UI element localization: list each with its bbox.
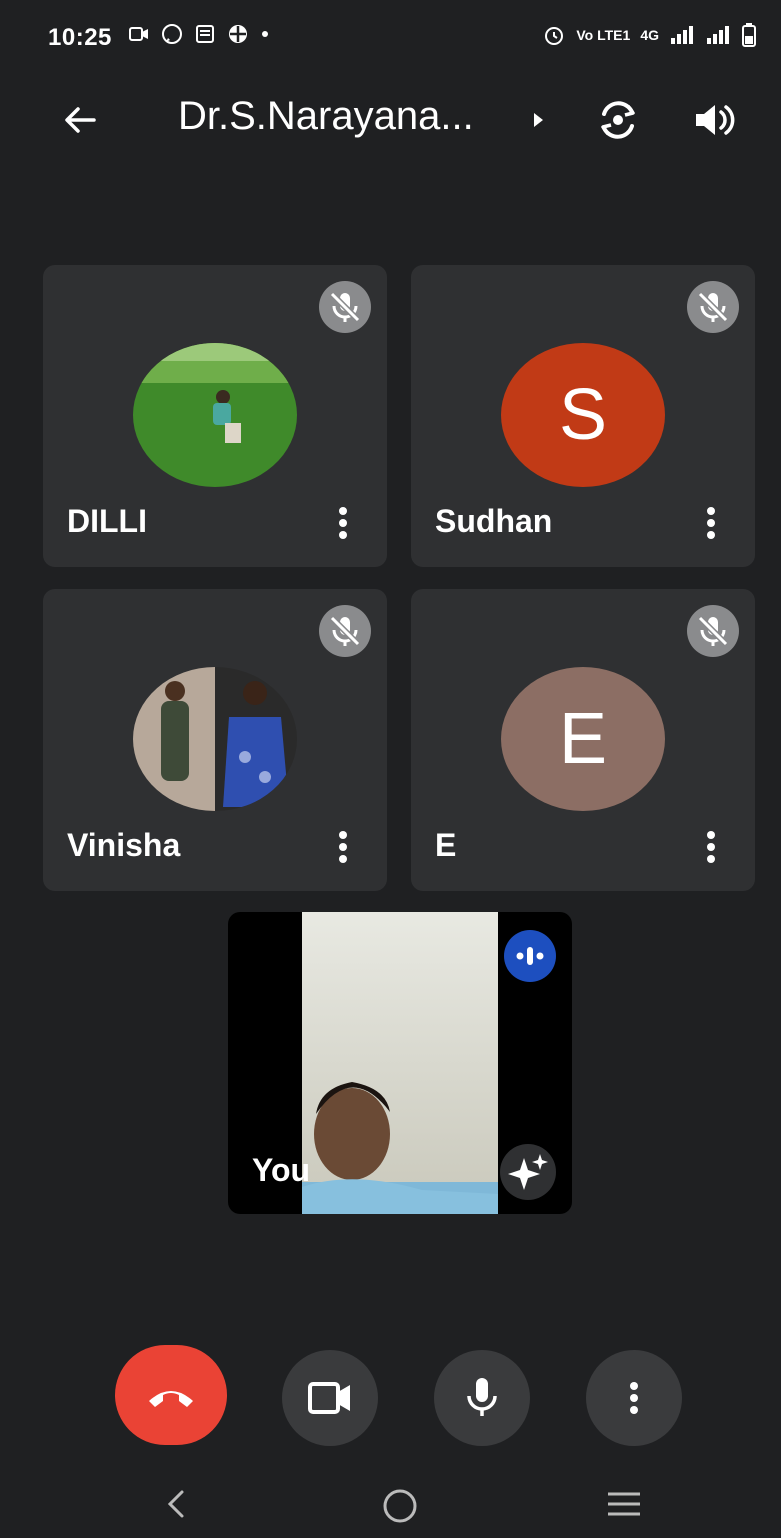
signal-icon	[671, 26, 693, 44]
system-navigation-bar	[0, 1468, 781, 1538]
avatar-letter: S	[558, 375, 608, 455]
avatar: E	[501, 667, 665, 811]
more-options-button[interactable]	[586, 1350, 682, 1446]
participant-name: E	[435, 827, 457, 863]
avatar-photo	[133, 667, 297, 811]
signal-2-icon	[707, 26, 729, 44]
participant-name: Vinisha	[67, 827, 181, 863]
back-arrow-icon[interactable]	[56, 96, 104, 144]
notification-icons	[128, 22, 270, 46]
whatsapp-icon	[162, 24, 182, 44]
mic-off-icon	[687, 281, 739, 333]
camera-toggle-button[interactable]	[282, 1350, 378, 1446]
avatar	[133, 667, 297, 811]
more-vertical-icon[interactable]	[325, 503, 361, 543]
mic-off-icon	[319, 605, 371, 657]
participant-name: Sudhan	[435, 503, 553, 539]
meet-notification-icon	[129, 27, 148, 41]
volte-label: Vo LTE1	[576, 27, 631, 43]
nav-back-icon[interactable]	[158, 1486, 194, 1522]
participant-tile[interactable]: E E	[411, 589, 755, 891]
camera-icon	[308, 1382, 350, 1414]
meeting-header: Dr.S.Narayana...	[0, 80, 781, 160]
network-label: 4G	[640, 27, 659, 43]
caret-right-icon[interactable]	[528, 108, 548, 132]
effects-sparkle-icon[interactable]	[500, 1144, 556, 1200]
mic-off-icon	[687, 605, 739, 657]
avatar-photo	[133, 343, 297, 487]
alarm-icon	[545, 27, 564, 45]
more-vertical-icon[interactable]	[325, 827, 361, 867]
self-label: You	[252, 1152, 311, 1188]
status-time: 10:25	[48, 24, 112, 51]
switch-camera-icon[interactable]	[590, 92, 646, 148]
more-options-icon	[630, 1382, 638, 1414]
vpn-icon	[229, 25, 247, 43]
more-vertical-icon[interactable]	[693, 503, 729, 543]
microphone-icon	[467, 1378, 497, 1416]
microphone-toggle-button[interactable]	[434, 1350, 530, 1446]
dot-icon	[262, 31, 268, 37]
system-icons: Vo LTE1 4G	[542, 22, 757, 48]
speaker-icon[interactable]	[688, 94, 740, 146]
nav-recents-icon[interactable]	[604, 1488, 644, 1520]
nav-home-icon[interactable]	[380, 1486, 420, 1526]
participant-tile[interactable]: DILLI	[43, 265, 387, 567]
participant-name: DILLI	[67, 503, 147, 539]
speaking-indicator-icon	[504, 930, 556, 982]
self-video	[302, 912, 498, 1214]
meeting-title[interactable]: Dr.S.Narayana...	[178, 94, 474, 139]
more-vertical-icon[interactable]	[693, 827, 729, 867]
avatar: S	[501, 343, 665, 487]
self-view-tile[interactable]: You	[228, 912, 572, 1214]
news-icon	[196, 25, 214, 43]
end-call-icon	[149, 1391, 193, 1407]
battery-icon	[742, 23, 756, 47]
avatar-letter: E	[558, 699, 608, 779]
participant-tile[interactable]: Vinisha	[43, 589, 387, 891]
end-call-button[interactable]	[115, 1345, 227, 1445]
status-bar: 10:25 Vo LTE1 4G	[0, 0, 781, 70]
participant-tile[interactable]: S Sudhan	[411, 265, 755, 567]
mic-off-icon	[319, 281, 371, 333]
avatar	[133, 343, 297, 487]
